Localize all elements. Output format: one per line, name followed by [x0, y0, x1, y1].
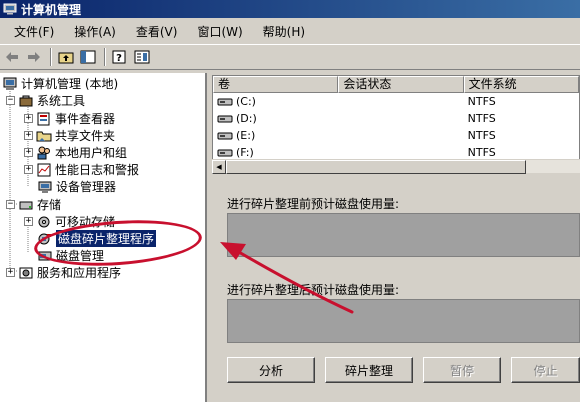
collapse-toggle[interactable]: −: [6, 200, 15, 209]
computer-icon: [3, 77, 17, 90]
up-level-button[interactable]: [56, 47, 76, 67]
tree-item-device-manager[interactable]: 设备管理器: [37, 178, 116, 195]
volume-list-header: 卷 会话状态 文件系统: [213, 76, 579, 93]
drive-icon: [217, 98, 233, 105]
drive-icon: [217, 132, 233, 139]
after-defrag-label: 进行碎片整理后预计磁盘使用量:: [227, 283, 400, 297]
show-hide-tree-button[interactable]: [78, 47, 98, 67]
volume-name: (C:): [236, 95, 256, 108]
console-tree[interactable]: 计算机管理 (本地) − 系统工具 + 事件查看器 + 共享文件夹 + 本地用户…: [0, 73, 207, 402]
menu-file[interactable]: 文件(F): [4, 23, 64, 40]
tree-item-local-users[interactable]: + 本地用户和组: [24, 144, 127, 161]
menu-action[interactable]: 操作(A): [64, 23, 126, 40]
toolbar: ?: [0, 44, 580, 70]
volume-name: (E:): [236, 129, 256, 142]
console-tree-icon: [80, 50, 96, 64]
volume-name: (F:): [236, 146, 254, 159]
tree-label-local-users: 本地用户和组: [55, 146, 128, 160]
menu-window[interactable]: 窗口(W): [187, 23, 252, 40]
stop-button[interactable]: 停止: [511, 357, 580, 383]
back-arrow-icon: [6, 52, 18, 62]
tree-item-root[interactable]: 计算机管理 (本地): [2, 75, 118, 92]
expand-toggle[interactable]: +: [6, 268, 15, 277]
tree-item-shared-folders[interactable]: + 共享文件夹: [24, 127, 115, 144]
before-defrag-label: 进行碎片整理前预计磁盘使用量:: [227, 197, 400, 211]
properties-button[interactable]: [132, 47, 152, 67]
tree-label-shared-folders: 共享文件夹: [55, 129, 116, 143]
folder-up-icon: [58, 52, 74, 64]
forward-button[interactable]: [24, 47, 44, 67]
device-manager-icon: [38, 181, 52, 193]
tools-icon: [19, 95, 33, 106]
expand-toggle[interactable]: +: [24, 165, 33, 174]
tree-item-services-apps[interactable]: + 服务和应用程序: [6, 264, 121, 281]
column-header-file-system[interactable]: 文件系统: [463, 76, 579, 93]
pause-button[interactable]: 暂停: [423, 357, 501, 383]
scroll-thumb[interactable]: [226, 159, 526, 174]
tree-label-root: 计算机管理 (本地): [21, 77, 119, 91]
table-row[interactable]: (D:) NTFS: [213, 110, 579, 127]
tree-label-event-viewer: 事件查看器: [55, 112, 116, 126]
horizontal-scrollbar[interactable]: ◀: [212, 159, 580, 174]
tree-label-device-manager: 设备管理器: [56, 180, 117, 194]
scroll-left-button[interactable]: ◀: [212, 159, 226, 174]
analyze-button[interactable]: 分析: [227, 357, 315, 383]
tree-item-system-tools[interactable]: − 系统工具: [6, 92, 85, 109]
performance-logs-icon: [37, 163, 51, 176]
window-title: 计算机管理: [21, 2, 82, 17]
expand-toggle[interactable]: +: [24, 148, 33, 157]
expand-toggle[interactable]: +: [24, 114, 33, 123]
volume-name: (D:): [236, 112, 257, 125]
table-row[interactable]: (C:) NTFS: [213, 93, 579, 110]
tree-item-storage[interactable]: − 存储: [6, 196, 61, 213]
after-defrag-display: [227, 299, 580, 343]
computer-management-icon: [3, 3, 17, 15]
expand-toggle[interactable]: +: [24, 131, 33, 140]
file-system: NTFS: [467, 112, 496, 125]
storage-icon: [19, 201, 33, 209]
details-pane: 卷 会话状态 文件系统 (C:) NTFS (D:) NTFS (E:) NTF…: [209, 73, 580, 402]
users-icon: [37, 146, 50, 159]
file-system: NTFS: [467, 146, 496, 159]
defragment-button[interactable]: 碎片整理: [325, 357, 413, 383]
file-system: NTFS: [467, 129, 496, 142]
menu-bar: 文件(F) 操作(A) 查看(V) 窗口(W) 帮助(H): [0, 20, 580, 42]
tree-label-storage: 存储: [37, 198, 62, 212]
forward-arrow-icon: [28, 52, 40, 62]
back-button[interactable]: [2, 47, 22, 67]
tree-label-services-apps: 服务和应用程序: [37, 266, 122, 280]
tree-item-perf-logs[interactable]: + 性能日志和警报: [24, 161, 139, 178]
column-header-session-status[interactable]: 会话状态: [338, 76, 464, 93]
menu-help[interactable]: 帮助(H): [253, 23, 315, 40]
title-bar[interactable]: 计算机管理: [0, 0, 580, 18]
column-header-volume[interactable]: 卷: [213, 76, 339, 93]
removable-storage-icon: [38, 216, 50, 227]
before-defrag-display: [227, 213, 580, 257]
help-icon: ?: [112, 50, 126, 64]
drive-icon: [217, 149, 233, 156]
tree-item-event-viewer[interactable]: + 事件查看器: [24, 110, 115, 127]
properties-icon: [134, 50, 150, 64]
toolbar-separator: [104, 48, 106, 66]
drive-icon: [217, 115, 233, 122]
event-viewer-icon: [37, 112, 50, 125]
shared-folder-icon: [36, 131, 52, 141]
table-row[interactable]: (E:) NTFS: [213, 127, 579, 144]
services-icon: [19, 267, 33, 278]
expand-toggle[interactable]: +: [24, 217, 33, 226]
file-system: NTFS: [467, 95, 496, 108]
help-button[interactable]: ?: [110, 47, 130, 67]
tree-label-perf-logs: 性能日志和警报: [55, 163, 140, 177]
menu-view[interactable]: 查看(V): [126, 23, 188, 40]
tree-label-system-tools: 系统工具: [37, 94, 86, 108]
svg-text:?: ?: [116, 53, 122, 64]
toolbar-separator: [50, 48, 52, 66]
collapse-toggle[interactable]: −: [6, 96, 15, 105]
